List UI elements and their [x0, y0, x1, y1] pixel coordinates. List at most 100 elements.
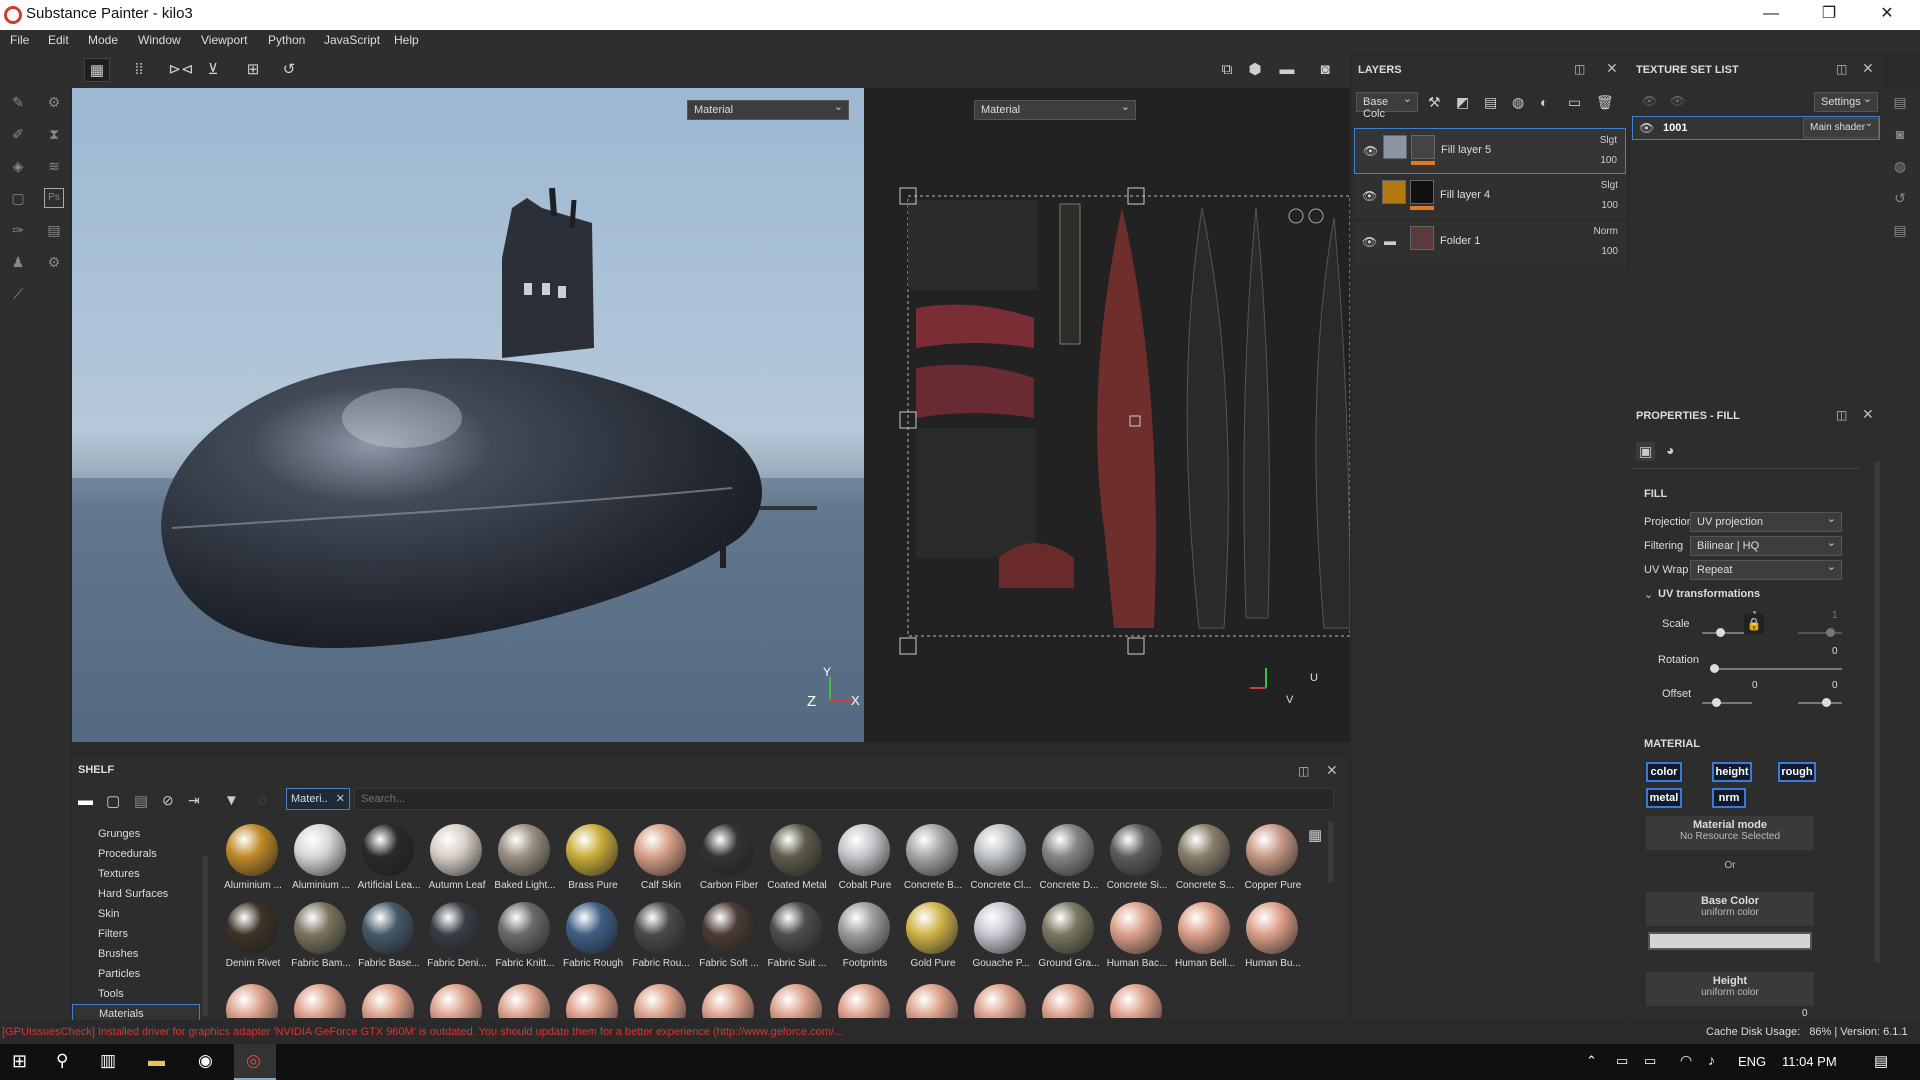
- menu-file[interactable]: File: [10, 33, 29, 47]
- add-frame-icon[interactable]: ⊞: [240, 58, 266, 82]
- notifications-icon[interactable]: ▤: [1874, 1052, 1888, 1070]
- language-indicator[interactable]: ENG: [1738, 1054, 1766, 1069]
- log-icon[interactable]: ▤: [1890, 220, 1910, 240]
- height-value[interactable]: 0: [1802, 1008, 1808, 1019]
- material-mode-button[interactable]: Material mode No Resource Selected: [1646, 816, 1814, 850]
- height-button[interactable]: Height uniform color: [1646, 972, 1814, 1006]
- history-icon[interactable]: ↺: [1890, 188, 1910, 208]
- texture-set-settings-button[interactable]: Settings: [1814, 92, 1878, 112]
- geometry-mask-icon[interactable]: ▢: [8, 188, 28, 208]
- video-camera-icon[interactable]: ▬: [1274, 58, 1300, 82]
- minimize-icon[interactable]: —: [1748, 0, 1794, 30]
- filtering-select[interactable]: Bilinear | HQ: [1690, 536, 1842, 556]
- texture-set-close-icon[interactable]: ✕: [1862, 60, 1874, 77]
- material-thumbnail[interactable]: Baked Light...: [494, 824, 556, 902]
- material-thumbnail[interactable]: Fabric Rou...: [632, 902, 690, 980]
- material-thumbnail[interactable]: Cobalt Pure: [836, 824, 892, 902]
- restore-icon[interactable]: ❐: [1806, 0, 1852, 30]
- shelf-close-icon[interactable]: ✕: [1326, 762, 1338, 779]
- material-preview-sphere[interactable]: [1110, 984, 1162, 1018]
- material-preview-sphere[interactable]: [362, 984, 414, 1018]
- material-thumbnail[interactable]: Concrete B...: [904, 824, 962, 902]
- material-preview-sphere[interactable]: [1042, 984, 1094, 1018]
- menu-help[interactable]: Help: [394, 33, 419, 47]
- tray-chevron-icon[interactable]: ⌃: [1586, 1053, 1597, 1069]
- layer-row-fill-layer-4[interactable]: 👁 Fill layer 4 Slgt 100: [1354, 174, 1626, 220]
- material-thumbnail[interactable]: Human Bu...: [1244, 902, 1301, 980]
- filter-tag-materials[interactable]: Materi.. ✕: [286, 788, 350, 810]
- scale-v-slider-handle[interactable]: [1826, 628, 1835, 637]
- scale-lock-icon[interactable]: 🔒: [1744, 614, 1764, 634]
- smart-material-icon[interactable]: ◐: [1540, 94, 1548, 110]
- tray-device-icon[interactable]: ▭: [1616, 1053, 1628, 1069]
- channel-chip-metal[interactable]: metal: [1646, 788, 1682, 808]
- paint-brush-icon[interactable]: ✎: [8, 92, 28, 112]
- offset-y-slider[interactable]: [1798, 702, 1842, 704]
- rotation-slider-handle[interactable]: [1710, 664, 1719, 673]
- material-thumbnail[interactable]: Fabric Suit ...: [768, 902, 826, 980]
- material-preview-sphere[interactable]: [566, 984, 618, 1018]
- clone-icon[interactable]: ♟: [8, 252, 28, 272]
- material-thumbnail[interactable]: Gouache P...: [972, 902, 1030, 980]
- material-thumbnail[interactable]: Aluminium ...: [224, 824, 282, 902]
- shelf-scrollbar[interactable]: [1328, 822, 1334, 882]
- color-picker-icon[interactable]: ⟋: [8, 284, 28, 304]
- material-thumbnail[interactable]: Artificial Lea...: [358, 824, 420, 902]
- collapse-chevron-icon[interactable]: ⌄: [1644, 588, 1653, 601]
- material-thumbnail[interactable]: Fabric Base...: [358, 902, 420, 980]
- add-mask-icon[interactable]: ◩: [1456, 94, 1469, 111]
- base-color-button[interactable]: Base Color uniform color: [1646, 892, 1814, 926]
- material-thumbnail[interactable]: Concrete S...: [1176, 824, 1234, 902]
- fill-tab-icon[interactable]: ▣: [1636, 442, 1656, 461]
- layers-float-icon[interactable]: ◫: [1574, 62, 1585, 76]
- remove-filter-icon[interactable]: ✕: [336, 792, 345, 805]
- material-preview-sphere[interactable]: [974, 984, 1026, 1018]
- screenshot-icon[interactable]: ◙: [1312, 58, 1338, 82]
- blend-mode[interactable]: Slgt: [1600, 135, 1617, 146]
- material-thumbnail[interactable]: Aluminium ...: [292, 824, 350, 902]
- cube-icon[interactable]: ⬢: [1242, 58, 1268, 82]
- steam-icon[interactable]: ◉: [198, 1051, 213, 1071]
- menu-python[interactable]: Python: [268, 33, 305, 47]
- material-thumbnail[interactable]: Fabric Rough: [563, 902, 623, 980]
- uvwrap-select[interactable]: Repeat: [1690, 560, 1842, 580]
- category-filters[interactable]: Filters: [98, 928, 128, 940]
- photoshop-export-icon[interactable]: Ps: [44, 188, 64, 208]
- category-procedurals[interactable]: Procedurals: [98, 848, 157, 860]
- category-hard-surfaces[interactable]: Hard Surfaces: [98, 888, 168, 900]
- projection-select[interactable]: UV projection: [1690, 512, 1842, 532]
- volume-icon[interactable]: ♪: [1708, 1052, 1715, 1068]
- menu-mode[interactable]: Mode: [88, 33, 118, 47]
- material-thumbnail[interactable]: Concrete Si...: [1107, 824, 1167, 902]
- delete-layer-icon[interactable]: 🗑: [1596, 94, 1614, 111]
- material-thumbnail[interactable]: Coated Metal: [767, 824, 827, 902]
- viewport-3d[interactable]: Material Y Z X: [72, 88, 864, 742]
- grid-view-icon[interactable]: ▦: [1308, 826, 1322, 844]
- refresh-icon[interactable]: ◌: [258, 792, 266, 808]
- wifi-icon[interactable]: ◠: [1680, 1052, 1692, 1069]
- properties-float-icon[interactable]: ◫: [1836, 408, 1847, 422]
- substance-painter-taskbar-button[interactable]: ◎: [234, 1044, 276, 1080]
- channel-select[interactable]: Base Colc: [1356, 92, 1418, 120]
- folder-icon[interactable]: ▬: [78, 792, 93, 809]
- add-fill-layer-icon[interactable]: ▤: [1484, 94, 1497, 111]
- visibility-eye-icon[interactable]: 👁: [1362, 189, 1377, 203]
- material-preview-sphere[interactable]: [770, 984, 822, 1018]
- material-preview-sphere[interactable]: [634, 984, 686, 1018]
- windows-start-icon[interactable]: ⊞: [12, 1051, 27, 1072]
- document-icon[interactable]: ▤: [44, 220, 64, 240]
- material-preview-sphere[interactable]: [430, 984, 482, 1018]
- offset-x-slider-handle[interactable]: [1712, 698, 1721, 707]
- close-icon[interactable]: ✕: [1864, 0, 1910, 30]
- material-thumbnail[interactable]: Ground Gra...: [1038, 902, 1100, 980]
- material-thumbnail[interactable]: Footprints: [836, 902, 892, 980]
- rotation-slider[interactable]: [1714, 668, 1842, 670]
- material-preview-sphere[interactable]: [906, 984, 958, 1018]
- import-icon[interactable]: ⇥: [188, 792, 200, 809]
- mirror-x-icon[interactable]: ⊳⊲: [168, 58, 194, 82]
- material-thumbnail[interactable]: Concrete Cl...: [970, 824, 1032, 902]
- layer-name[interactable]: Folder 1: [1440, 235, 1480, 247]
- texture-set-float-icon[interactable]: ◫: [1836, 62, 1847, 76]
- uv-transformations-heading[interactable]: UV transformations: [1658, 588, 1760, 600]
- filter-icon[interactable]: ▼: [224, 792, 239, 809]
